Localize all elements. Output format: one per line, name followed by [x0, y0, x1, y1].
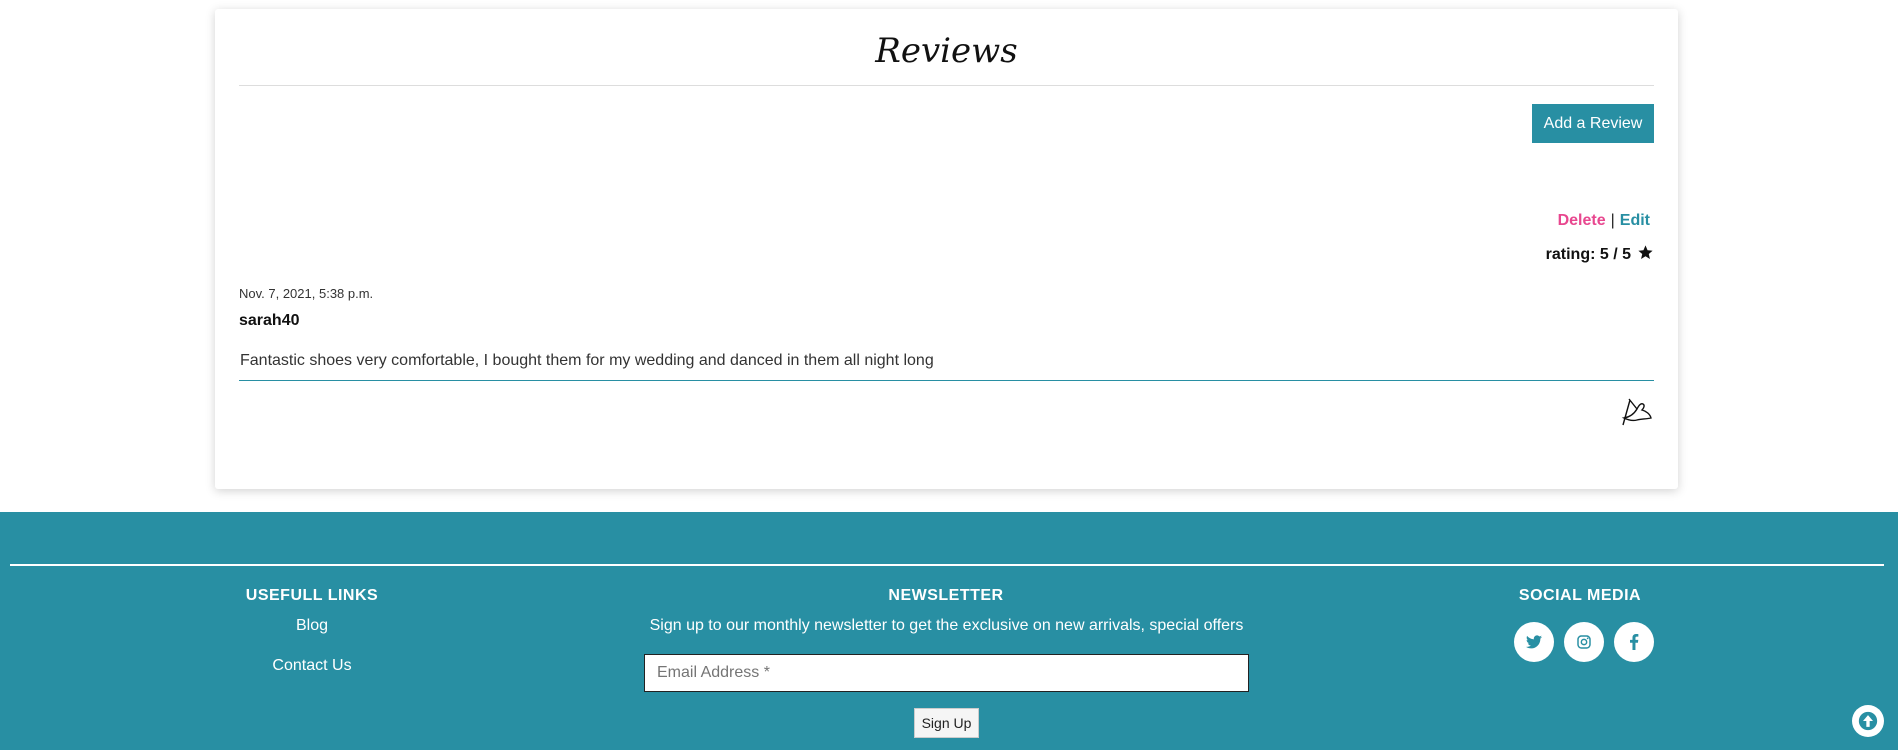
review-body: Fantastic shoes very comfortable, I boug…	[240, 352, 934, 369]
instagram-icon[interactable]	[1564, 622, 1604, 662]
footer-divider	[10, 564, 1884, 566]
title-divider	[239, 85, 1654, 86]
review-date: Nov. 7, 2021, 5:38 p.m.	[239, 286, 374, 301]
action-separator: |	[1610, 212, 1615, 229]
facebook-icon[interactable]	[1614, 622, 1654, 662]
site-footer: USEFULL LINKS Blog Contact Us NEWSLETTER…	[0, 512, 1898, 750]
reviews-card: Reviews Add a Review Delete | Edit rating:…	[215, 9, 1678, 489]
useful-links-heading: USEFULL LINKS	[245, 587, 379, 604]
newsletter-description: Sign up to our monthly newsletter to get…	[649, 617, 1244, 634]
scroll-to-top-button[interactable]	[1852, 705, 1884, 737]
reviews-title: Reviews	[875, 31, 1018, 71]
review-actions: Delete | Edit	[1558, 212, 1650, 230]
delete-link[interactable]: Delete	[1558, 212, 1606, 229]
shoe-ornament-icon	[1620, 397, 1654, 432]
star-icon	[1637, 244, 1654, 266]
twitter-icon[interactable]	[1514, 622, 1554, 662]
signup-button[interactable]: Sign Up	[914, 708, 979, 738]
review-username: sarah40	[239, 312, 300, 329]
review-divider	[239, 380, 1654, 381]
footer-link-contact[interactable]: Contact Us	[212, 657, 412, 675]
add-review-button[interactable]: Add a Review	[1532, 104, 1654, 143]
newsletter-heading: NEWSLETTER	[888, 587, 1004, 604]
arrow-up-icon	[1858, 711, 1878, 731]
email-input[interactable]	[644, 654, 1249, 692]
edit-link[interactable]: Edit	[1620, 212, 1650, 229]
rating-text: rating: 5 / 5	[1545, 246, 1631, 263]
social-media-heading: SOCIAL MEDIA	[1518, 587, 1642, 604]
review-rating: rating: 5 / 5	[1546, 244, 1654, 266]
